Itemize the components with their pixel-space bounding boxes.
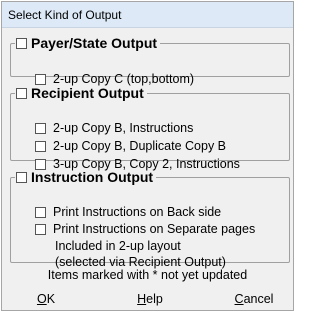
payer-state-label: Payer/State Output bbox=[31, 35, 158, 51]
option-2up-copy-c-checkbox[interactable] bbox=[35, 74, 46, 85]
ok-mnemonic: O bbox=[36, 292, 47, 306]
cancel-mnemonic: C bbox=[234, 292, 244, 306]
option-instructions-back-side[interactable]: Print Instructions on Back side bbox=[35, 205, 221, 220]
option-instructions-separate-pages[interactable]: Print Instructions on Separate pages bbox=[35, 222, 255, 237]
option-instructions-separate-pages-checkbox[interactable] bbox=[35, 224, 46, 235]
option-instructions-back-side-label: Print Instructions on Back side bbox=[53, 205, 222, 219]
instruction-legend[interactable]: Instruction Output bbox=[15, 169, 156, 185]
option-2up-copy-b-instructions-checkbox[interactable] bbox=[35, 123, 46, 134]
instruction-checkbox[interactable] bbox=[16, 171, 27, 183]
option-2up-copy-b-duplicate-checkbox[interactable] bbox=[35, 141, 46, 152]
option-2up-copy-b-duplicate-label: 2-up Copy B, Duplicate Copy B bbox=[53, 139, 227, 153]
instruction-group: Instruction Output Print Instructions on… bbox=[10, 169, 290, 269]
payer-state-checkbox[interactable] bbox=[16, 37, 27, 49]
option-2up-copy-b-duplicate[interactable]: 2-up Copy B, Duplicate Copy B bbox=[35, 139, 226, 154]
option-instructions-separate-pages-label: Print Instructions on Separate pages bbox=[53, 222, 256, 236]
instruction-label: Instruction Output bbox=[31, 169, 154, 185]
ok-label-rest: K bbox=[46, 292, 56, 306]
recipient-label: Recipient Output bbox=[31, 85, 144, 101]
payer-state-legend[interactable]: Payer/State Output bbox=[15, 35, 160, 51]
dialog-title: Select Kind of Output bbox=[2, 2, 293, 28]
cancel-label-rest: ancel bbox=[243, 292, 274, 306]
help-label-rest: elp bbox=[146, 292, 163, 306]
option-2up-copy-b-instructions-label: 2-up Copy B, Instructions bbox=[53, 121, 194, 135]
footer-note: Items marked with * not yet updated bbox=[47, 268, 248, 282]
cancel-button[interactable]: Cancel bbox=[228, 289, 280, 309]
help-button[interactable]: Help bbox=[128, 289, 172, 309]
option-instructions-back-side-checkbox[interactable] bbox=[35, 207, 46, 218]
recipient-legend[interactable]: Recipient Output bbox=[15, 85, 147, 101]
ok-button[interactable]: OK bbox=[26, 289, 66, 309]
payer-state-group: Payer/State Output 2-up Copy C (top,bott… bbox=[10, 35, 290, 86]
select-output-dialog: Select Kind of Output Payer/State Output… bbox=[1, 1, 294, 311]
recipient-group: Recipient Output 2-up Copy B, Instructio… bbox=[10, 85, 290, 171]
option-2up-copy-b-instructions[interactable]: 2-up Copy B, Instructions bbox=[35, 121, 193, 136]
recipient-checkbox[interactable] bbox=[16, 87, 27, 99]
help-mnemonic: H bbox=[137, 292, 147, 306]
instruction-note-line1: Included in 2-up layout bbox=[55, 239, 181, 253]
